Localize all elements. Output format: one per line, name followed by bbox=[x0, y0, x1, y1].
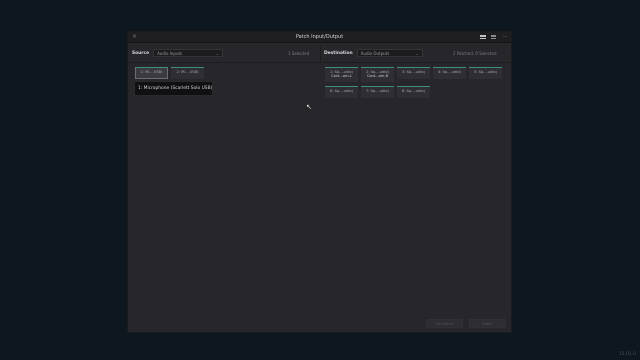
chevron-down-icon: ⌄ bbox=[415, 50, 419, 56]
section-divider bbox=[320, 46, 321, 62]
grid-view-icon[interactable] bbox=[480, 34, 486, 40]
source-chip-2[interactable]: 2: Mi... USB) bbox=[171, 67, 204, 79]
chip-label: 4: Sp....udio) bbox=[438, 70, 461, 74]
window-title: Patch Input/Output bbox=[295, 34, 344, 40]
destination-label: Destination bbox=[324, 50, 353, 56]
source-chip-1[interactable]: 1: Mi... USB) bbox=[135, 67, 168, 79]
source-count: 1 Selected bbox=[288, 51, 310, 56]
titlebar: × Patch Input/Output ··· bbox=[128, 32, 511, 43]
destination-bar: Destination Audio Outputs ⌄ bbox=[324, 47, 423, 59]
chip-label: 8: Sp....udio) bbox=[402, 89, 425, 93]
chip-label: 2: Mi... USB) bbox=[176, 70, 199, 74]
destination-chip-2[interactable]: 2: Sp....udio) Cont...om-R bbox=[361, 67, 394, 82]
destination-chip-1[interactable]: 1: Sp....udio) Cont...om-L bbox=[325, 67, 358, 82]
header-divider bbox=[128, 62, 511, 63]
list-view-icon[interactable] bbox=[491, 34, 497, 40]
source-tooltip: 1: Microphone (Scarlett Solo USB) bbox=[134, 81, 213, 96]
mouse-pointer-icon: ↖ bbox=[306, 103, 312, 111]
source-dropdown[interactable]: Audio Inputs ⌄ bbox=[153, 49, 224, 57]
patch-button[interactable]: Patch bbox=[469, 319, 506, 328]
chip-label: 1: Mi... USB) bbox=[140, 70, 163, 74]
chip-label: 7: Sp....udio) bbox=[366, 89, 389, 93]
source-dropdown-value: Audio Inputs bbox=[157, 50, 183, 56]
destination-chip-4[interactable]: 4: Sp....udio) bbox=[433, 67, 466, 79]
source-label: Source bbox=[132, 50, 150, 56]
destination-dropdown[interactable]: Audio Outputs ⌄ bbox=[356, 49, 423, 57]
chip-patch-label: Cont...om-L bbox=[331, 74, 352, 79]
chip-patch-label: Cont...om-R bbox=[366, 74, 389, 79]
chevron-down-icon: ⌄ bbox=[215, 50, 220, 56]
destination-count: 2 Patched, 0 Selected bbox=[453, 51, 497, 56]
more-options-icon[interactable]: ··· bbox=[502, 34, 508, 40]
destination-chip-7[interactable]: 7: Sp....udio) bbox=[361, 86, 394, 98]
source-bar: Source Audio Inputs ⌄ bbox=[132, 47, 224, 59]
unpatch-button[interactable]: Un-Patch bbox=[426, 319, 463, 328]
destination-chip-6[interactable]: 6: Sp....udio) bbox=[325, 86, 358, 98]
chip-label: 3: Sp....udio) bbox=[402, 70, 425, 74]
watermark: 15.01.0 bbox=[618, 352, 636, 357]
chip-label: 6: Sp....udio) bbox=[330, 89, 353, 93]
destination-chip-3[interactable]: 3: Sp....udio) bbox=[397, 67, 430, 79]
destination-chip-8[interactable]: 8: Sp....udio) bbox=[397, 86, 430, 98]
chip-label: 5: Sp....udio) bbox=[474, 70, 497, 74]
destination-dropdown-value: Audio Outputs bbox=[360, 50, 390, 56]
destination-chip-5[interactable]: 5: Sp....udio) bbox=[469, 67, 502, 79]
